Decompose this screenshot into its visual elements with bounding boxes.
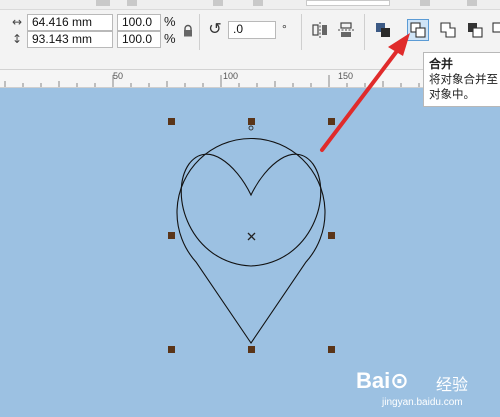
- selection-handle[interactable]: [168, 346, 175, 353]
- selection-handle[interactable]: [248, 118, 255, 125]
- selection-handle[interactable]: [248, 346, 255, 353]
- annotation-arrow: [320, 33, 410, 152]
- selection-handles[interactable]: [168, 118, 335, 353]
- selection-handle[interactable]: [168, 232, 175, 239]
- heart-shape[interactable]: [180, 153, 322, 267]
- baidu-watermark: Bai⊙ 经验 jingyan.baidu.com: [356, 368, 496, 412]
- selection-handle[interactable]: [328, 346, 335, 353]
- selection-handle[interactable]: [328, 118, 335, 125]
- watermark-url: jingyan.baidu.com: [382, 397, 463, 408]
- center-marker[interactable]: [247, 232, 256, 241]
- tooltip-line: 对象中。: [429, 87, 475, 101]
- selection-handle[interactable]: [168, 118, 175, 125]
- top-node: [248, 125, 254, 131]
- watermark-logo: Bai⊙: [356, 368, 409, 393]
- tooltip-title: 合并: [429, 57, 454, 71]
- watermark-text: 经验: [436, 375, 469, 394]
- selection-handle[interactable]: [328, 232, 335, 239]
- combine-tooltip: 合并 将对象合并至 对象中。: [423, 52, 500, 107]
- tooltip-line: 将对象合并至: [429, 72, 498, 86]
